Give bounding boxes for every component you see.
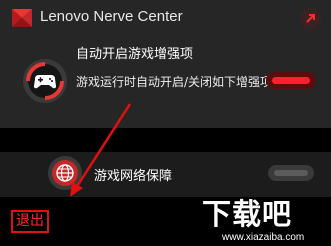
title-bar: Lenovo Nerve Center xyxy=(0,0,331,36)
watermark-url: www.xiazaiba.com xyxy=(222,232,305,243)
pin-button[interactable] xyxy=(300,8,321,29)
feature-network-guard: 游戏网络保障 xyxy=(0,152,331,197)
feature-auto-enhance: 自动开启游戏增强项 游戏运行时自动开启/关闭如下增强项 xyxy=(0,36,331,128)
toggle-track-on xyxy=(272,77,310,84)
lenovo-legion-logo-icon xyxy=(12,9,32,27)
nerve-center-window: Lenovo Nerve Center 自动开启游戏增强项 游戏运行时自动开启/… xyxy=(0,0,331,246)
watermark: 下载吧 www.xiazaiba.com xyxy=(196,196,331,246)
network-guard-toggle[interactable] xyxy=(268,165,314,181)
feature-description: 游戏运行时自动开启/关闭如下增强项 xyxy=(76,75,273,89)
arrow-up-right-icon xyxy=(306,14,315,23)
gamepad-icon xyxy=(23,59,67,103)
feature-title: 自动开启游戏增强项 xyxy=(76,47,194,62)
exit-button[interactable]: 退出 xyxy=(11,210,49,233)
feature-title: 游戏网络保障 xyxy=(94,169,173,184)
app-title: Lenovo Nerve Center xyxy=(40,8,183,25)
auto-enhance-toggle[interactable] xyxy=(266,72,316,89)
watermark-text: 下载吧 xyxy=(202,197,293,231)
toggle-track-off xyxy=(274,170,308,176)
globe-icon xyxy=(48,156,82,190)
